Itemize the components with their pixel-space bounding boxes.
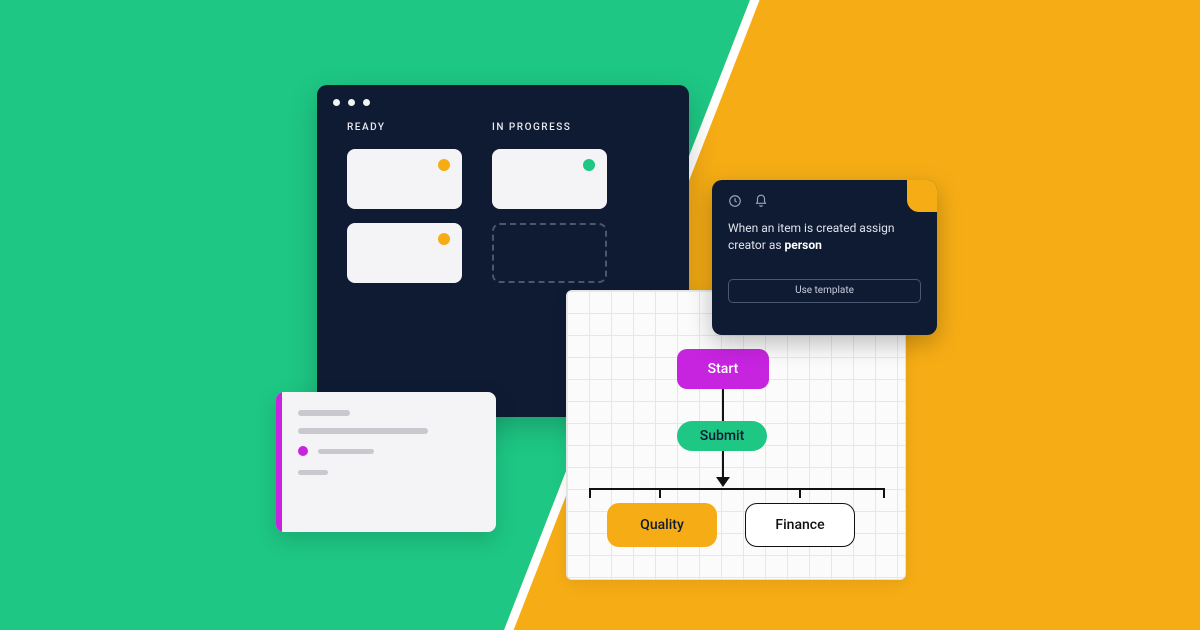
flow-connector <box>722 389 724 421</box>
button-label: Use template <box>795 285 854 296</box>
status-dot-icon <box>438 233 450 245</box>
placeholder-line <box>298 428 428 434</box>
branch-tick <box>659 488 661 498</box>
flow-node-finance[interactable]: Finance <box>745 503 855 547</box>
column-title: IN PROGRESS <box>492 122 607 133</box>
window-dot-icon <box>348 99 355 106</box>
window-chrome <box>317 85 689 116</box>
bell-icon <box>754 194 768 208</box>
flow-node-submit[interactable]: Submit <box>677 421 767 451</box>
flow-node-quality[interactable]: Quality <box>607 503 717 547</box>
node-label: Submit <box>700 428 745 444</box>
node-label: Quality <box>640 517 684 533</box>
status-dot-icon <box>438 159 450 171</box>
column-title: READY <box>347 122 462 133</box>
kanban-card[interactable] <box>347 223 462 283</box>
branch-tick <box>883 488 885 498</box>
window-dot-icon <box>333 99 340 106</box>
kanban-column-inprogress: IN PROGRESS <box>492 122 607 283</box>
promo-stage: READY IN PROGRESS <box>0 0 1200 630</box>
placeholder-line <box>298 410 350 416</box>
kanban-column-ready: READY <box>347 122 462 283</box>
note-card[interactable] <box>276 392 496 532</box>
use-template-button[interactable]: Use template <box>728 279 921 303</box>
placeholder-line <box>298 470 328 475</box>
window-dot-icon <box>363 99 370 106</box>
note-lines <box>276 392 496 475</box>
card-corner-tab <box>907 180 937 212</box>
flow-node-start[interactable]: Start <box>677 349 769 389</box>
kanban-card[interactable] <box>347 149 462 209</box>
clock-icon <box>728 194 742 208</box>
branch-tick <box>799 488 801 498</box>
node-label: Finance <box>775 517 824 533</box>
bullet-icon <box>298 446 308 456</box>
arrowhead-icon <box>716 477 730 487</box>
kanban-card[interactable] <box>492 149 607 209</box>
rule-bold: person <box>785 238 822 252</box>
automation-rule-text: When an item is created assign creator a… <box>728 220 921 255</box>
status-dot-icon <box>583 159 595 171</box>
automation-card: When an item is created assign creator a… <box>712 180 937 335</box>
branch-tick <box>589 488 591 498</box>
flow-branch-line <box>589 488 885 490</box>
node-label: Start <box>708 361 739 377</box>
kanban-placeholder[interactable] <box>492 223 607 283</box>
placeholder-line <box>318 449 374 454</box>
